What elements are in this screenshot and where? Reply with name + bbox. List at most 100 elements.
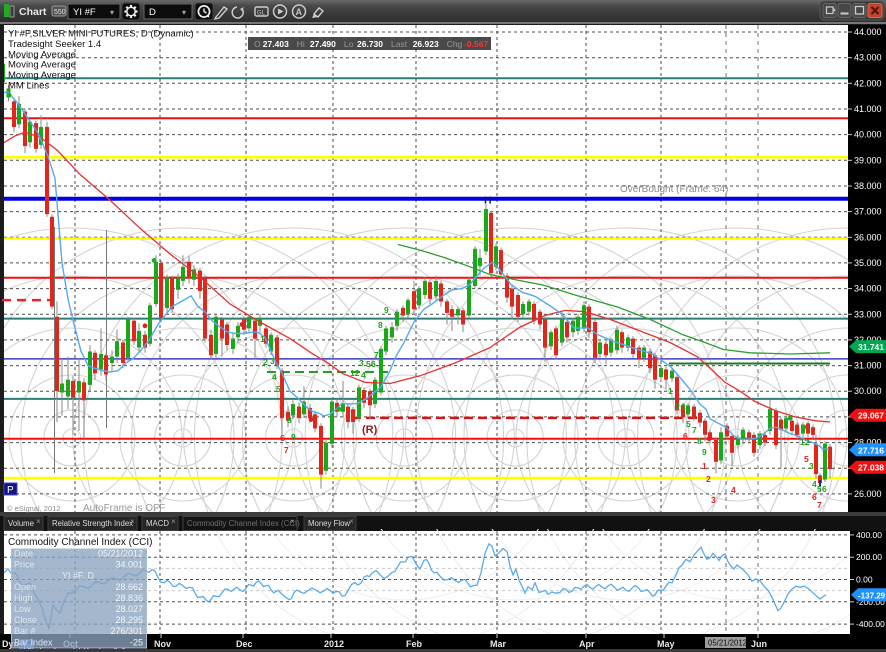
- svg-text:3: 3: [809, 461, 814, 471]
- svg-text:31.741: 31.741: [858, 342, 884, 352]
- svg-text:12: 12: [800, 437, 810, 447]
- svg-text:5: 5: [276, 384, 281, 394]
- svg-text:2012: 2012: [324, 639, 344, 649]
- svg-text:Mar: Mar: [490, 639, 507, 649]
- svg-text:4: 4: [686, 404, 691, 414]
- svg-text:1: 1: [668, 386, 673, 396]
- svg-text:D: D: [149, 7, 156, 18]
- svg-text:Dec: Dec: [236, 639, 253, 649]
- svg-text:MM Lines: MM Lines: [8, 81, 49, 92]
- svg-text:3: 3: [359, 358, 364, 368]
- svg-text:27.038: 27.038: [858, 463, 884, 473]
- svg-text:9: 9: [702, 447, 707, 457]
- svg-text:Moving Average: Moving Average: [8, 70, 76, 81]
- svg-text:Low: Low: [14, 604, 31, 614]
- svg-text:6: 6: [822, 484, 827, 494]
- svg-text:Volume: Volume: [8, 519, 34, 528]
- svg-text:34.000: 34.000: [854, 284, 882, 294]
- svg-text:Bar #: Bar #: [14, 626, 36, 636]
- svg-text:26.000: 26.000: [854, 489, 882, 499]
- svg-text:34.001: 34.001: [115, 560, 143, 570]
- svg-text:O: O: [254, 39, 261, 49]
- svg-text:42.000: 42.000: [854, 78, 882, 88]
- svg-text:200.00: 200.00: [856, 552, 882, 562]
- svg-text:© eSignal, 2012: © eSignal, 2012: [7, 504, 60, 513]
- svg-text:5: 5: [686, 419, 691, 429]
- svg-text:Commodity Channel Index (CCI): Commodity Channel Index (CCI): [8, 537, 153, 548]
- svg-text:4: 4: [272, 372, 277, 382]
- svg-text:33.000: 33.000: [854, 309, 882, 319]
- svg-text:6: 6: [280, 433, 285, 443]
- svg-text:Feb: Feb: [406, 639, 423, 649]
- svg-text:4: 4: [731, 485, 736, 495]
- svg-text:31.000: 31.000: [854, 361, 882, 371]
- svg-text:×: ×: [171, 517, 176, 526]
- svg-text:YI #F, D: YI #F, D: [62, 571, 95, 581]
- svg-text:38.000: 38.000: [854, 181, 882, 191]
- svg-text:40.000: 40.000: [854, 130, 882, 140]
- svg-text:8: 8: [287, 415, 292, 425]
- svg-text:12: 12: [350, 368, 360, 378]
- svg-text:▾: ▾: [110, 8, 114, 17]
- svg-text:-25: -25: [130, 637, 143, 647]
- svg-text:27.403: 27.403: [263, 39, 289, 49]
- svg-text:▾: ▾: [182, 8, 186, 17]
- svg-text:29.067: 29.067: [858, 411, 884, 421]
- svg-text:28.295: 28.295: [115, 615, 143, 625]
- svg-text:Nov: Nov: [154, 639, 171, 649]
- svg-text:Open: Open: [14, 582, 36, 592]
- svg-text:35.000: 35.000: [854, 258, 882, 268]
- svg-text:×: ×: [36, 517, 41, 526]
- svg-text:YI #F,SILVER MINI FUTURES, D (: YI #F,SILVER MINI FUTURES, D (Dynamic): [8, 29, 194, 40]
- svg-text:0.00: 0.00: [856, 575, 873, 585]
- svg-text:OverBought (Frame: 64): OverBought (Frame: 64): [620, 184, 728, 195]
- svg-text:43.000: 43.000: [854, 53, 882, 63]
- svg-text:Chart: Chart: [19, 6, 47, 18]
- svg-text:36.000: 36.000: [854, 232, 882, 242]
- svg-text:Apr: Apr: [579, 639, 595, 649]
- svg-text:41.000: 41.000: [854, 104, 882, 114]
- svg-text:×: ×: [349, 517, 354, 526]
- svg-text:28.662: 28.662: [115, 582, 143, 592]
- svg-text:276/301: 276/301: [110, 626, 143, 636]
- svg-text:1: 1: [702, 461, 707, 471]
- svg-text:Money Flow: Money Flow: [308, 519, 350, 528]
- svg-text:7: 7: [284, 445, 289, 455]
- svg-text:Chg: Chg: [447, 39, 463, 49]
- svg-text:9: 9: [384, 305, 389, 315]
- svg-text:6: 6: [371, 359, 376, 369]
- svg-text:2: 2: [706, 474, 711, 484]
- svg-text:A: A: [296, 7, 303, 17]
- svg-text:39.000: 39.000: [854, 155, 882, 165]
- svg-text:28.836: 28.836: [115, 593, 143, 603]
- svg-text:2: 2: [675, 402, 680, 412]
- svg-text:GL: GL: [257, 11, 266, 17]
- svg-text:26.923: 26.923: [413, 39, 439, 49]
- svg-text:Moving Average: Moving Average: [8, 49, 76, 60]
- svg-text:7: 7: [692, 425, 697, 435]
- svg-text:400.00: 400.00: [856, 530, 882, 540]
- svg-text:YI #F: YI #F: [73, 7, 96, 18]
- svg-text:P: P: [7, 485, 14, 496]
- svg-text:8: 8: [378, 320, 383, 330]
- svg-text:27.490: 27.490: [310, 39, 336, 49]
- svg-text:May: May: [657, 639, 675, 649]
- svg-text:28.027: 28.027: [115, 604, 143, 614]
- svg-text:30.000: 30.000: [854, 386, 882, 396]
- svg-text:Bar Index: Bar Index: [14, 637, 53, 647]
- svg-text:Commodity Channel Index (CCI): Commodity Channel Index (CCI): [187, 519, 300, 528]
- svg-text:550: 550: [54, 9, 66, 16]
- svg-text:MACD: MACD: [146, 519, 169, 528]
- svg-text:Date: Date: [14, 549, 33, 559]
- svg-text:26.730: 26.730: [357, 39, 383, 49]
- svg-text:3: 3: [270, 356, 275, 366]
- svg-text:Jun: Jun: [751, 639, 767, 649]
- svg-text:H: H: [484, 195, 492, 207]
- svg-text:-400.00: -400.00: [856, 619, 885, 629]
- svg-text:3: 3: [711, 495, 716, 505]
- svg-text:Lo: Lo: [344, 39, 354, 49]
- svg-text:Price: Price: [14, 560, 35, 570]
- svg-text:High: High: [14, 593, 33, 603]
- svg-text:37.000: 37.000: [854, 207, 882, 217]
- svg-text:6: 6: [683, 431, 688, 441]
